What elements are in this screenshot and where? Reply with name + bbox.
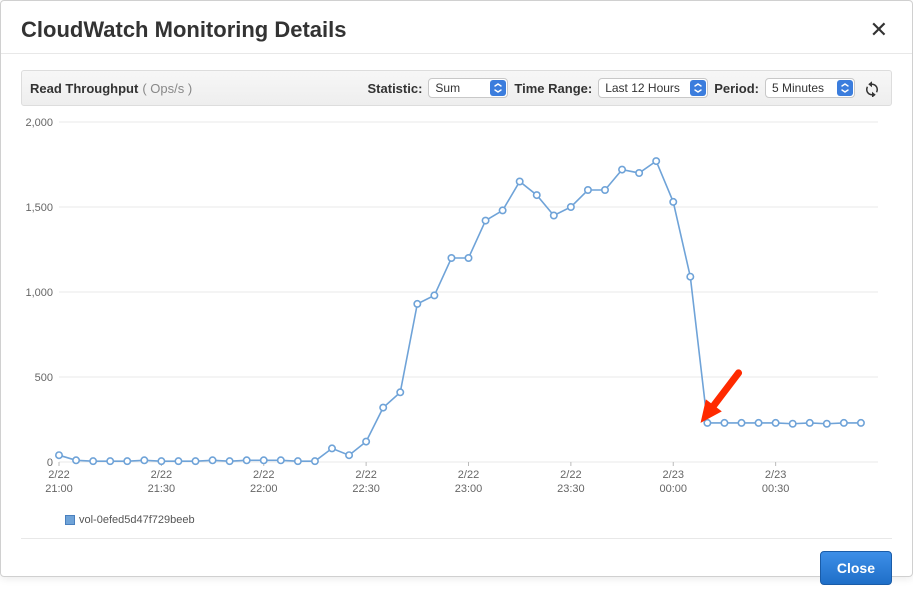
close-icon[interactable]: ✕: [866, 17, 892, 43]
statistic-select-wrap: Sum: [428, 78, 508, 98]
period-label: Period:: [714, 81, 759, 96]
svg-text:2/22: 2/22: [560, 469, 581, 481]
refresh-icon: [863, 79, 881, 97]
chart-controls: Statistic: Sum Time Range: Last 12 Hours…: [368, 77, 883, 99]
metric-label: Read Throughput ( Ops/s ): [30, 81, 192, 96]
svg-text:500: 500: [35, 372, 53, 384]
svg-text:1,000: 1,000: [25, 287, 53, 299]
statistic-label: Statistic:: [368, 81, 423, 96]
period-select[interactable]: 5 Minutes: [765, 78, 855, 98]
metric-name: Read Throughput: [30, 81, 138, 96]
chart-container: 0 500 1,000 1,500 2,000 2/22 21:00 2/22 21:30 2/2…: [13, 112, 900, 526]
svg-text:2,000: 2,000: [25, 117, 53, 129]
svg-text:2/22: 2/22: [355, 469, 376, 481]
svg-text:2/22: 2/22: [458, 469, 479, 481]
svg-text:2/22: 2/22: [253, 469, 274, 481]
chart-toolbar: Read Throughput ( Ops/s ) Statistic: Sum…: [21, 70, 892, 106]
time-range-select[interactable]: Last 12 Hours: [598, 78, 708, 98]
svg-text:0: 0: [47, 457, 53, 469]
cloudwatch-modal: CloudWatch Monitoring Details ✕ Read Thr…: [0, 0, 913, 577]
svg-text:00:00: 00:00: [659, 483, 687, 495]
line-chart: 0 500 1,000 1,500 2,000 2/22 21:00 2/22 21:30 2/2…: [13, 112, 888, 512]
statistic-select[interactable]: Sum: [428, 78, 508, 98]
refresh-button[interactable]: [861, 77, 883, 99]
svg-text:22:00: 22:00: [250, 483, 278, 495]
legend-series-name: vol-0efed5d47f729beeb: [79, 514, 195, 526]
svg-text:1,500: 1,500: [25, 202, 53, 214]
modal-header: CloudWatch Monitoring Details ✕: [1, 1, 912, 54]
svg-text:2/23: 2/23: [663, 469, 684, 481]
svg-text:23:30: 23:30: [557, 483, 585, 495]
legend-swatch: [65, 515, 75, 525]
close-button[interactable]: Close: [820, 551, 892, 585]
metric-unit: ( Ops/s ): [142, 81, 192, 96]
period-select-wrap: 5 Minutes: [765, 78, 855, 98]
chart-legend: vol-0efed5d47f729beeb: [65, 514, 900, 526]
svg-text:2/22: 2/22: [48, 469, 69, 481]
time-range-select-wrap: Last 12 Hours: [598, 78, 708, 98]
modal-title: CloudWatch Monitoring Details: [21, 17, 347, 43]
svg-text:21:30: 21:30: [148, 483, 176, 495]
svg-text:2/23: 2/23: [765, 469, 786, 481]
time-range-label: Time Range:: [514, 81, 592, 96]
svg-text:21:00: 21:00: [45, 483, 73, 495]
svg-text:00:30: 00:30: [762, 483, 790, 495]
modal-footer: Close: [21, 538, 892, 599]
svg-text:22:30: 22:30: [352, 483, 380, 495]
svg-text:23:00: 23:00: [455, 483, 483, 495]
svg-text:2/22: 2/22: [151, 469, 172, 481]
